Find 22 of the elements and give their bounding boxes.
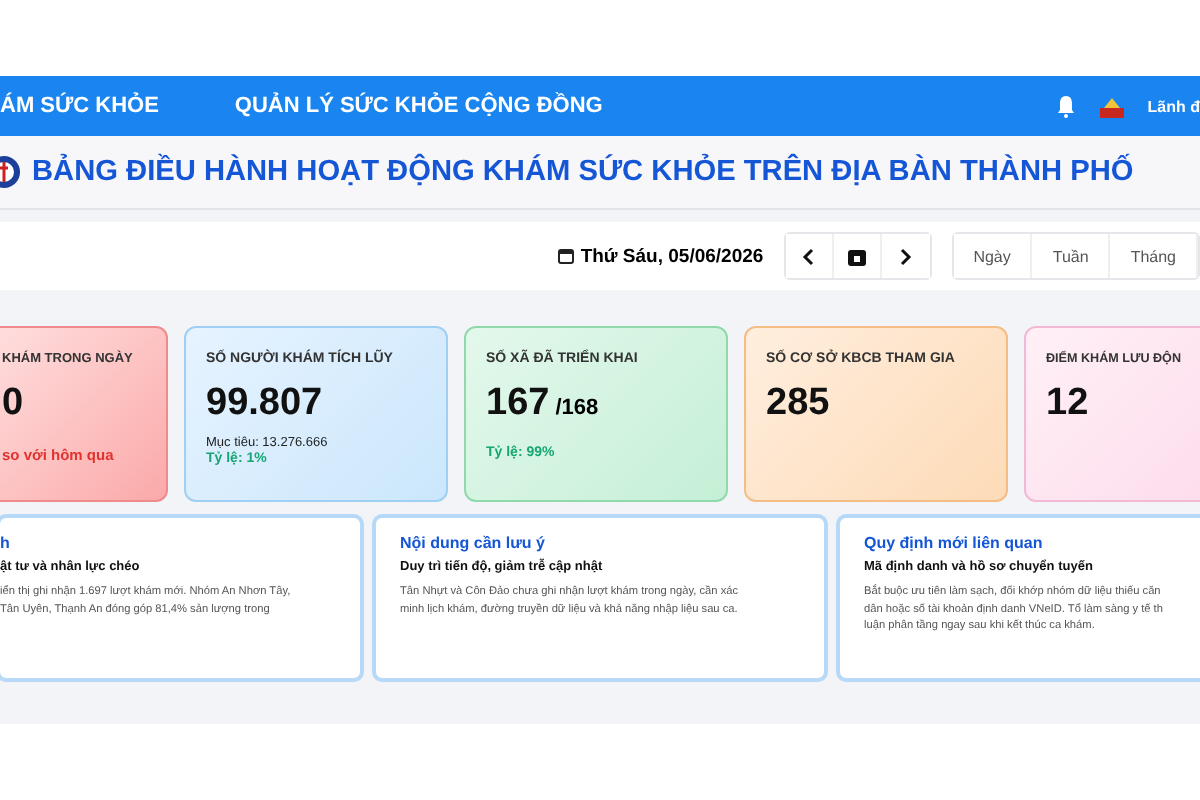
stat-value: 0 [2,382,24,426]
calendar-icon [558,248,575,264]
period-tab[interactable]: Ngày [953,234,1033,278]
notice-title: Quy định mới liên quan [864,534,1045,552]
stat-total: /168 [555,396,599,420]
stat-value: 99.807 [206,382,323,426]
nav-item[interactable]: QUẢN LÝ SỨC KHỎE CỘNG ĐỒNG [234,94,603,118]
date-text: Thứ Sáu, 05/06/2026 [580,245,764,267]
stat-value: 12 [1046,382,1089,426]
chevron-left-icon [802,247,815,265]
user-avatar-icon[interactable] [1099,95,1124,117]
stat-value: 285 [766,382,830,426]
bell-icon[interactable] [1055,95,1076,117]
user-name[interactable]: Lãnh đ [1147,97,1200,115]
dashboard-title: BẢNG ĐIỀU HÀNH HOẠT ĐỘNG KHÁM SỨC KHỎE TRÊN ĐỊA BÀN THÀNH PHỐ [32,156,1134,188]
stat-value: 167 [486,382,550,426]
previous-button[interactable] [785,234,834,278]
notice-title: h [0,534,12,552]
chevron-right-icon [899,247,912,265]
calendar-icon [847,247,866,265]
notice-title: Nội dung cần lưu ý [400,534,547,552]
nav-item[interactable]: ÁM SỨC KHỎE [0,94,159,118]
